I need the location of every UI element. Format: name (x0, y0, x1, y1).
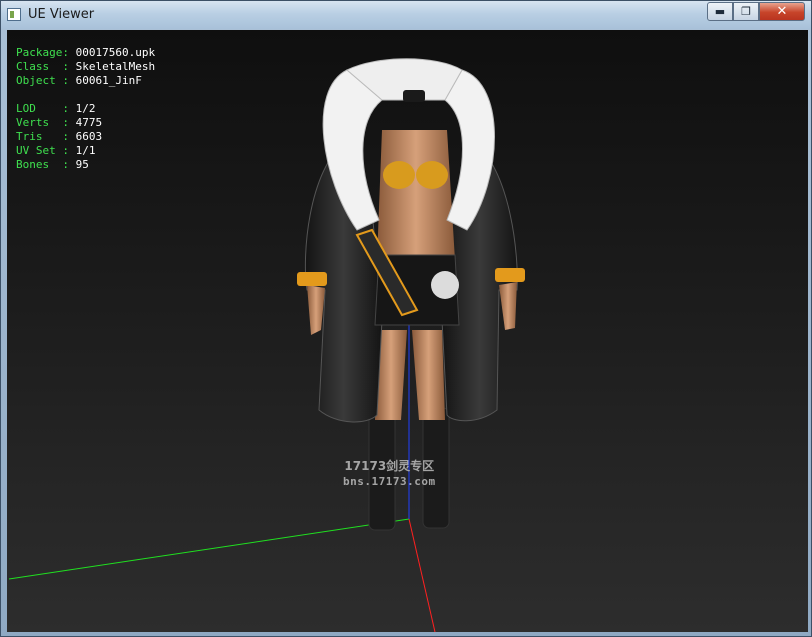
package-label: Package: (16, 46, 69, 59)
axis-y-line (8, 518, 410, 580)
window-title: UE Viewer (28, 7, 95, 22)
class-label: Class : (16, 60, 69, 73)
uvset-value: 1/1 (75, 144, 96, 157)
axis-x-line (408, 518, 436, 632)
close-icon: ✕ (776, 4, 788, 19)
app-icon (7, 8, 21, 21)
maximize-button[interactable]: ❐ (733, 2, 759, 21)
watermark-line1: 17173剑灵专区 (344, 459, 435, 473)
maximize-icon: ❐ (741, 5, 751, 18)
verts-label: Verts : (16, 116, 69, 129)
3d-viewport[interactable]: Package: 00017560.upk Class : SkeletalMe… (7, 30, 808, 632)
class-value: SkeletalMesh (75, 60, 156, 73)
lod-value: 1/2 (75, 102, 96, 115)
tris-value: 6603 (75, 130, 103, 143)
package-value: 00017560.upk (75, 46, 156, 59)
watermark: 17173剑灵专区 bns.17173.com (343, 457, 436, 488)
bones-label: Bones : (16, 158, 69, 171)
title-bar[interactable]: UE Viewer ▬ ❐ ✕ (1, 1, 811, 29)
object-value: 60061_JinF (75, 74, 142, 87)
bones-value: 95 (75, 158, 89, 171)
lod-label: LOD : (16, 102, 69, 115)
model-info-overlay: Package: 00017560.upk Class : SkeletalMe… (16, 46, 155, 172)
close-button[interactable]: ✕ (759, 2, 805, 21)
tris-label: Tris : (16, 130, 69, 143)
verts-value: 4775 (75, 116, 103, 129)
object-label: Object : (16, 74, 69, 87)
watermark-line2: bns.17173.com (343, 475, 436, 488)
app-window: UE Viewer ▬ ❐ ✕ Package: 00017560.upk Cl… (0, 0, 812, 637)
minimize-button[interactable]: ▬ (707, 2, 733, 21)
uvset-label: UV Set : (16, 144, 69, 157)
minimize-icon: ▬ (714, 5, 726, 18)
